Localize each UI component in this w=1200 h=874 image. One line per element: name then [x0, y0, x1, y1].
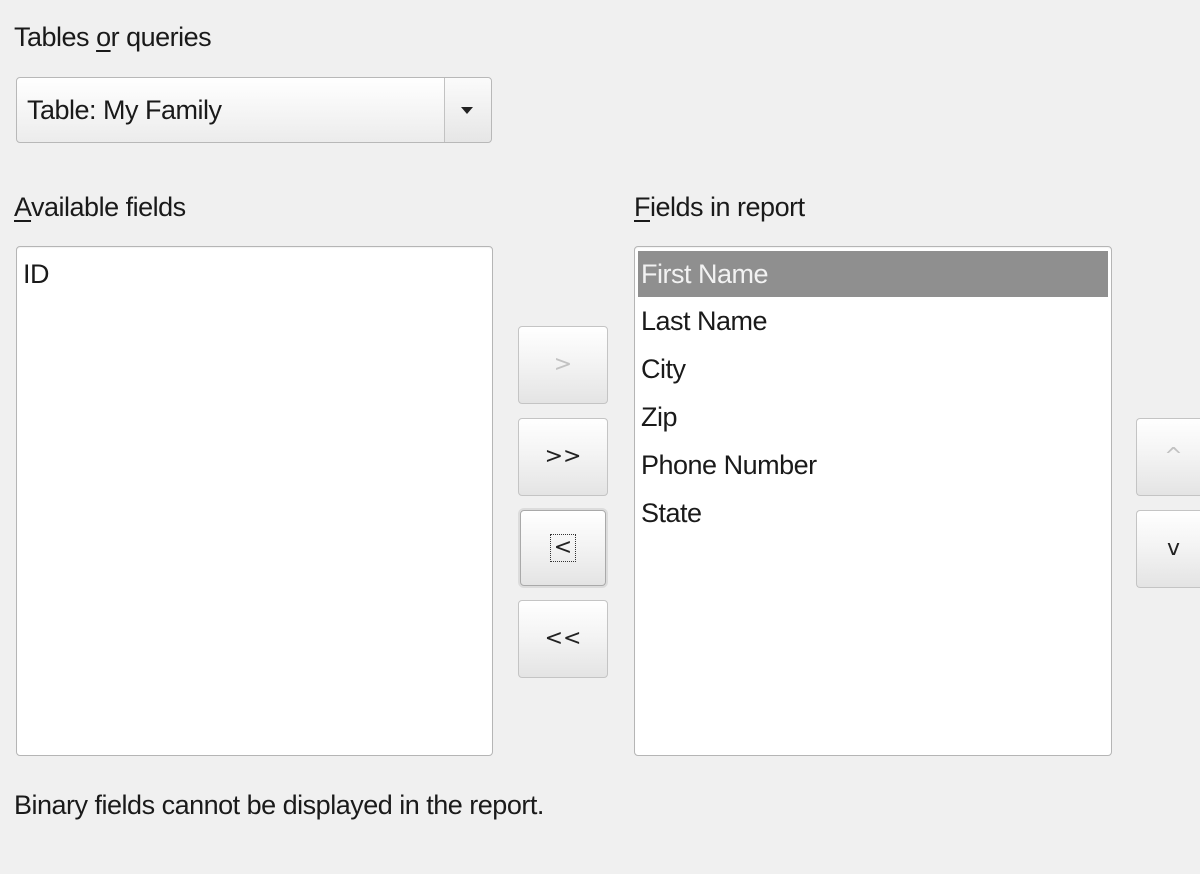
remove-all-fields-button[interactable]: <<: [518, 600, 608, 678]
list-item[interactable]: State: [638, 490, 702, 536]
triangle-down-icon: [461, 107, 473, 114]
add-field-button[interactable]: >: [518, 326, 608, 404]
available-fields-label: Available fields: [14, 192, 186, 222]
list-item-selected[interactable]: First Name: [638, 251, 1108, 297]
available-fields-list[interactable]: ID: [16, 246, 493, 756]
move-down-button[interactable]: v: [1136, 510, 1200, 588]
list-item[interactable]: Zip: [638, 394, 678, 440]
remove-field-button[interactable]: <: [520, 510, 606, 586]
fields-in-report-list[interactable]: First Name Last Name City Zip Phone Numb…: [634, 246, 1112, 756]
add-all-fields-button[interactable]: >>: [518, 418, 608, 496]
move-up-button[interactable]: ^: [1136, 418, 1200, 496]
list-item[interactable]: ID: [20, 251, 50, 297]
list-item[interactable]: City: [638, 346, 686, 392]
list-item[interactable]: Last Name: [638, 298, 768, 344]
tables-or-queries-combobox[interactable]: Table: My Family: [16, 77, 492, 143]
list-item[interactable]: Phone Number: [638, 442, 817, 488]
dropdown-button[interactable]: [444, 78, 491, 142]
binary-fields-note: Binary fields cannot be displayed in the…: [14, 790, 544, 820]
fields-in-report-label: Fields in report: [634, 192, 805, 222]
tables-combobox-value: Table: My Family: [27, 95, 222, 125]
tables-or-queries-label: Tables or queries: [14, 22, 212, 52]
